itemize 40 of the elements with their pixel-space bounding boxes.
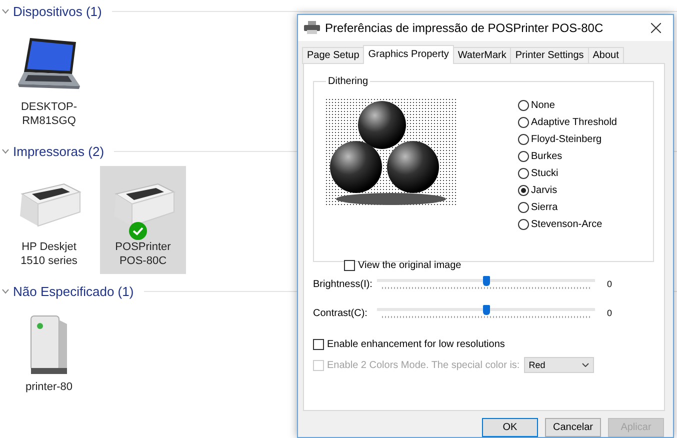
dithering-radio[interactable]: Stevenson-Arce xyxy=(518,218,617,232)
slider-value: 0 xyxy=(607,279,612,290)
dithering-radio[interactable]: None xyxy=(518,98,617,113)
dithering-radio[interactable]: Jarvis xyxy=(518,184,617,198)
device-item[interactable]: printer-80 xyxy=(6,306,92,400)
tab[interactable]: Page Setup xyxy=(302,46,364,64)
slider-value: 0 xyxy=(607,308,612,318)
slider-thumb[interactable] xyxy=(483,305,490,316)
chevron-icon[interactable] xyxy=(2,288,9,294)
chevron-icon[interactable] xyxy=(2,8,9,14)
dithering-radio[interactable]: Stucki xyxy=(518,166,617,181)
dithering-radio[interactable]: Floyd-Steinberg xyxy=(518,132,617,147)
view-original-checkbox[interactable]: View the original image xyxy=(344,260,643,271)
close-icon[interactable] xyxy=(651,22,661,33)
slider-label: Brightness(I): xyxy=(313,278,374,290)
group-title: Impressoras (2) xyxy=(13,144,104,158)
device-label: HP Deskjet 1510 series xyxy=(20,240,78,268)
group-title: Dithering xyxy=(327,76,370,87)
device-label: printer-80 xyxy=(24,380,74,394)
slider-label: Contrast(C): xyxy=(313,308,368,319)
dithering-radio[interactable]: Sierra xyxy=(518,200,617,215)
group-title: Não Especificado (1) xyxy=(13,284,134,298)
chevron-icon[interactable] xyxy=(2,148,9,154)
dialog-button[interactable]: OK xyxy=(482,418,538,437)
tab[interactable]: Graphics Property xyxy=(363,44,454,64)
device-label: POSPrinter POS-80C xyxy=(114,240,172,268)
slider-thumb[interactable] xyxy=(483,276,490,286)
printer-icon xyxy=(304,21,320,34)
option-checkbox[interactable]: Enable enhancement for low resolutions xyxy=(313,338,505,350)
dialog-title: Preferências de impressão de POSPrinter POS-80C xyxy=(325,20,604,35)
device-item[interactable]: DESKTOP-RM81SGQ xyxy=(6,26,92,134)
device-label: DESKTOP-RM81SGQ xyxy=(20,100,78,128)
dithering-radio[interactable]: Burkes xyxy=(518,150,617,164)
caret-icon xyxy=(582,363,589,368)
device-item[interactable]: HP Deskjet 1510 series xyxy=(6,166,92,274)
dithering-radio[interactable]: Adaptive Threshold xyxy=(518,116,617,130)
dialog-button[interactable]: Cancelar xyxy=(545,418,601,437)
tab[interactable]: About xyxy=(588,46,624,64)
group-title: Dispositivos (1) xyxy=(13,4,102,18)
device-item[interactable]: POSPrinter POS-80C xyxy=(100,166,186,274)
